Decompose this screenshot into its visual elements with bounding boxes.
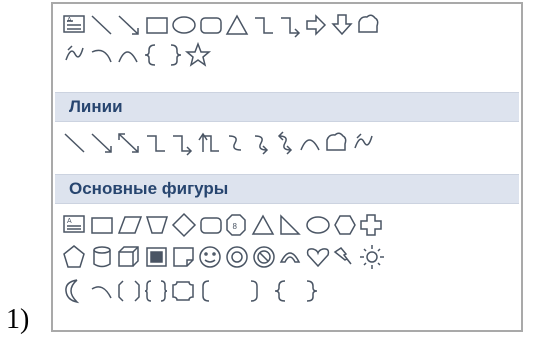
- star-shape-icon[interactable]: [184, 41, 212, 67]
- basic-shapes-row-1: A 8: [63, 210, 531, 240]
- shapes-gallery: A Линии Основные фигуры A 8: [51, 2, 523, 332]
- trapezoid-icon[interactable]: [145, 216, 169, 234]
- curve-shape-icon[interactable]: [91, 49, 112, 63]
- parallelogram-icon[interactable]: [117, 216, 143, 234]
- freeform-shape-icon[interactable]: [65, 45, 84, 61]
- cross-icon[interactable]: [360, 214, 382, 236]
- no-symbol-icon[interactable]: [253, 246, 275, 268]
- elbow-double-arrow-icon[interactable]: [198, 132, 219, 152]
- plaque-icon[interactable]: [172, 281, 194, 301]
- right-brace-icon[interactable]: [306, 280, 318, 302]
- scribble-icon[interactable]: [354, 133, 373, 149]
- elbow-connector-icon[interactable]: [147, 135, 165, 152]
- moon-icon[interactable]: [65, 279, 80, 304]
- left-bracket-icon[interactable]: [202, 280, 210, 302]
- oval-shape-icon[interactable]: [172, 16, 196, 34]
- double-bracket-icon[interactable]: [118, 280, 140, 302]
- curved-connector-icon[interactable]: [228, 135, 242, 151]
- double-brace-icon[interactable]: [144, 280, 168, 302]
- smiley-face-icon[interactable]: [199, 246, 221, 268]
- down-arrow-shape-icon[interactable]: [331, 14, 353, 36]
- recent-shapes-row-2: [63, 40, 531, 70]
- oval-icon[interactable]: [306, 216, 330, 234]
- cube-icon[interactable]: [118, 246, 139, 267]
- line-shape-icon[interactable]: [91, 15, 112, 35]
- text-box-shape-icon[interactable]: A: [63, 15, 85, 33]
- block-arc-icon[interactable]: [279, 252, 301, 263]
- arrow-icon[interactable]: [91, 133, 112, 153]
- rectangle-icon[interactable]: [91, 217, 113, 234]
- left-brace-shape-icon[interactable]: [144, 44, 156, 66]
- heart-icon[interactable]: [306, 248, 330, 268]
- triangle-icon[interactable]: [251, 214, 275, 235]
- item-number: 1): [6, 304, 30, 335]
- right-arrow-shape-icon[interactable]: [306, 14, 327, 36]
- rectangle-shape-icon[interactable]: [146, 17, 168, 34]
- svg-text:8: 8: [233, 222, 238, 231]
- double-arrow-icon[interactable]: [118, 133, 139, 153]
- recent-shapes-row-1: A: [63, 10, 531, 40]
- curved-double-arrow-icon[interactable]: [277, 131, 293, 155]
- right-triangle-icon[interactable]: [280, 214, 301, 235]
- basic-shapes-row-2: [63, 242, 531, 272]
- section-header-lines: Линии: [55, 92, 519, 122]
- bevel-icon[interactable]: [146, 247, 167, 267]
- elbow-connector-shape-icon[interactable]: [255, 17, 273, 34]
- arrow-shape-icon[interactable]: [118, 15, 139, 35]
- lightning-bolt-icon[interactable]: [333, 247, 352, 265]
- diamond-icon[interactable]: [171, 212, 197, 238]
- lines-row: [63, 128, 531, 158]
- freeform-icon[interactable]: [326, 132, 347, 151]
- arc-basic-icon[interactable]: [91, 286, 112, 299]
- section-title-lines: Линии: [69, 97, 123, 116]
- rounded-rectangle-shape-icon[interactable]: [200, 17, 222, 34]
- section-header-basic-shapes: Основные фигуры: [55, 174, 519, 204]
- elbow-arrow-connector-shape-icon[interactable]: [281, 17, 301, 38]
- curved-arrow-connector-icon[interactable]: [254, 135, 269, 155]
- rounded-rectangle-icon[interactable]: [200, 217, 222, 234]
- right-brace-shape-icon[interactable]: [170, 44, 182, 66]
- section-title-basic-shapes: Основные фигуры: [69, 179, 229, 198]
- triangle-shape-icon[interactable]: [225, 14, 249, 35]
- elbow-arrow-connector-icon[interactable]: [173, 135, 193, 156]
- line-icon[interactable]: [64, 133, 85, 153]
- flowchart-alternate-shape-icon[interactable]: [358, 14, 379, 33]
- pentagon-icon[interactable]: [63, 245, 85, 268]
- donut-icon[interactable]: [226, 246, 248, 268]
- sun-icon[interactable]: [360, 245, 384, 269]
- folded-corner-icon[interactable]: [173, 247, 194, 267]
- right-bracket-icon[interactable]: [250, 280, 258, 302]
- svg-text:A: A: [67, 17, 72, 24]
- octagon-icon[interactable]: 8: [226, 214, 246, 236]
- can-icon[interactable]: [93, 246, 111, 268]
- left-brace-icon[interactable]: [274, 280, 286, 302]
- svg-text:A: A: [67, 218, 72, 225]
- basic-shapes-row-3: [63, 276, 531, 306]
- curve-icon[interactable]: [300, 139, 320, 151]
- text-box-icon[interactable]: A: [63, 215, 85, 233]
- arc-shape-icon[interactable]: [118, 51, 138, 63]
- hexagon-icon[interactable]: [334, 215, 356, 235]
